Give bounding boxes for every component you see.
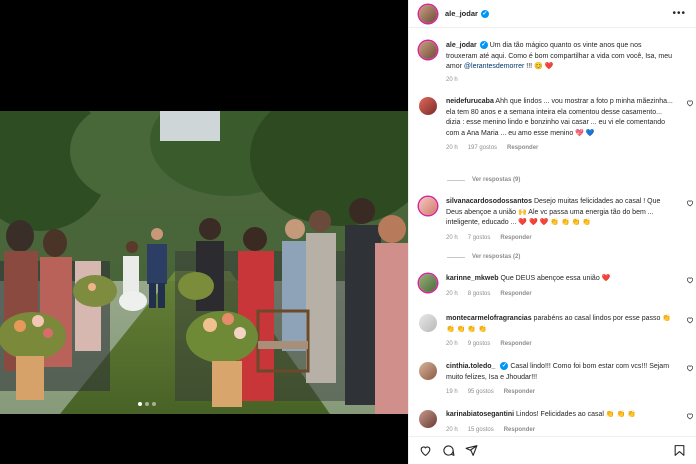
verified-badge-icon: ✓ xyxy=(480,9,489,18)
reply-button[interactable]: Responder xyxy=(504,389,535,395)
comment-bubble-icon[interactable] xyxy=(442,444,455,457)
commenter-avatar[interactable] xyxy=(419,274,437,292)
comment-text: Lindos! Felicidades ao casal 👏 👏 👏 xyxy=(516,411,636,418)
caption-username[interactable]: ale_jodar xyxy=(446,42,477,49)
author-username[interactable]: ale_jodar xyxy=(445,9,478,18)
comment-likes[interactable]: 197 gostos xyxy=(468,145,497,151)
comment-time: 20 h xyxy=(446,290,458,297)
bookmark-icon[interactable] xyxy=(673,444,686,457)
like-heart-icon[interactable] xyxy=(686,364,694,372)
view-replies-label[interactable]: Ver respostas (2) xyxy=(472,254,520,260)
view-replies-button[interactable]: Ver respostas (9) xyxy=(447,177,520,183)
verified-badge-icon: ✓ xyxy=(479,41,488,50)
comment-item: montecarmelofragrancias parabéns ao casa… xyxy=(419,314,694,347)
commenter-avatar[interactable] xyxy=(419,97,437,115)
commenter-avatar[interactable] xyxy=(419,314,437,332)
comment-time: 19 h xyxy=(446,389,458,395)
reply-button[interactable]: Responder xyxy=(504,427,535,433)
comment-time: 20 h xyxy=(446,426,458,433)
view-replies-label[interactable]: Ver respostas (9) xyxy=(472,177,520,183)
carousel-dot xyxy=(152,402,156,406)
comment-username[interactable]: karinabiatosegantini xyxy=(446,411,514,418)
comment-username[interactable]: silvanacardosodossantos xyxy=(446,198,532,205)
comment-time: 20 h xyxy=(446,234,458,241)
reply-button[interactable]: Responder xyxy=(500,235,531,241)
author-avatar[interactable] xyxy=(419,41,437,59)
carousel-dots xyxy=(138,402,156,406)
caption-suffix: !!! 😊 ❤️ xyxy=(524,63,554,70)
comment-likes[interactable]: 8 gostos xyxy=(468,291,491,297)
comment-likes[interactable]: 7 gostos xyxy=(468,235,491,241)
comment-username[interactable]: neidefurucaba xyxy=(446,98,494,105)
author-avatar[interactable] xyxy=(419,4,437,23)
post-header: ale_jodar ✓ ••• xyxy=(409,0,696,28)
post-media xyxy=(0,0,408,464)
comment-time: 20 h xyxy=(446,341,458,347)
like-heart-icon[interactable] xyxy=(686,199,694,207)
reply-button[interactable]: Responder xyxy=(500,341,531,347)
post-caption: ale_jodar ✓ Um dia tão mágico quanto os v… xyxy=(419,41,688,83)
like-heart-icon[interactable] xyxy=(419,444,432,457)
comment-item: silvanacardosodossantos Desejo muitas fe… xyxy=(419,197,694,241)
commenter-avatar[interactable] xyxy=(419,410,437,428)
post-actions-bar xyxy=(409,436,696,464)
reply-button[interactable]: Responder xyxy=(507,145,538,151)
carousel-dot-active xyxy=(138,402,142,406)
comment-item: karinabiatosegantini Lindos! Felicidades… xyxy=(419,410,694,433)
comment-username[interactable]: karinne_mkweb xyxy=(446,275,499,282)
comment-text: Que DEUS abençoe essa união ❤️ xyxy=(500,275,611,282)
comment-item: neidefurucaba Ahh que lindos ... vou mos… xyxy=(419,97,694,151)
commenter-avatar[interactable] xyxy=(419,362,437,380)
verified-badge-icon: ✓ xyxy=(500,362,509,371)
share-send-icon[interactable] xyxy=(465,444,478,457)
caption-mention[interactable]: @lerantesdemorrer xyxy=(464,63,524,70)
view-replies-button[interactable]: Ver respostas (2) xyxy=(447,254,520,260)
like-heart-icon[interactable] xyxy=(686,412,694,420)
comments-list: ale_jodar ✓ Um dia tão mágico quanto os v… xyxy=(409,29,696,436)
comment-likes[interactable]: 95 gostos xyxy=(468,389,494,395)
comment-time: 20 h xyxy=(446,145,458,151)
carousel-dot xyxy=(145,402,149,406)
comment-username[interactable]: montecarmelofragrancias xyxy=(446,315,532,322)
like-heart-icon[interactable] xyxy=(686,276,694,284)
ellipsis-icon[interactable]: ••• xyxy=(672,8,686,19)
commenter-avatar[interactable] xyxy=(419,197,437,215)
caption-text: ale_jodar ✓ Um dia tão mágico quanto os v… xyxy=(446,41,674,73)
comment-item: cinthia.toledo_ ✓ Casal lindo!!! Como fo… xyxy=(419,362,694,395)
comment-username[interactable]: cinthia.toledo_ xyxy=(446,363,495,370)
wedding-photo[interactable] xyxy=(0,111,408,414)
comment-likes[interactable]: 9 gostos xyxy=(468,341,491,347)
like-heart-icon[interactable] xyxy=(686,316,694,324)
caption-time: 20 h xyxy=(446,76,458,83)
reply-button[interactable]: Responder xyxy=(500,291,531,297)
post-side-panel: ale_jodar ✓ ••• ale_jodar ✓ Um dia tão má… xyxy=(408,0,696,464)
like-heart-icon[interactable] xyxy=(686,99,694,107)
comment-item: karinne_mkweb Que DEUS abençoe essa uniã… xyxy=(419,274,694,297)
comment-likes[interactable]: 15 gostos xyxy=(468,427,494,433)
